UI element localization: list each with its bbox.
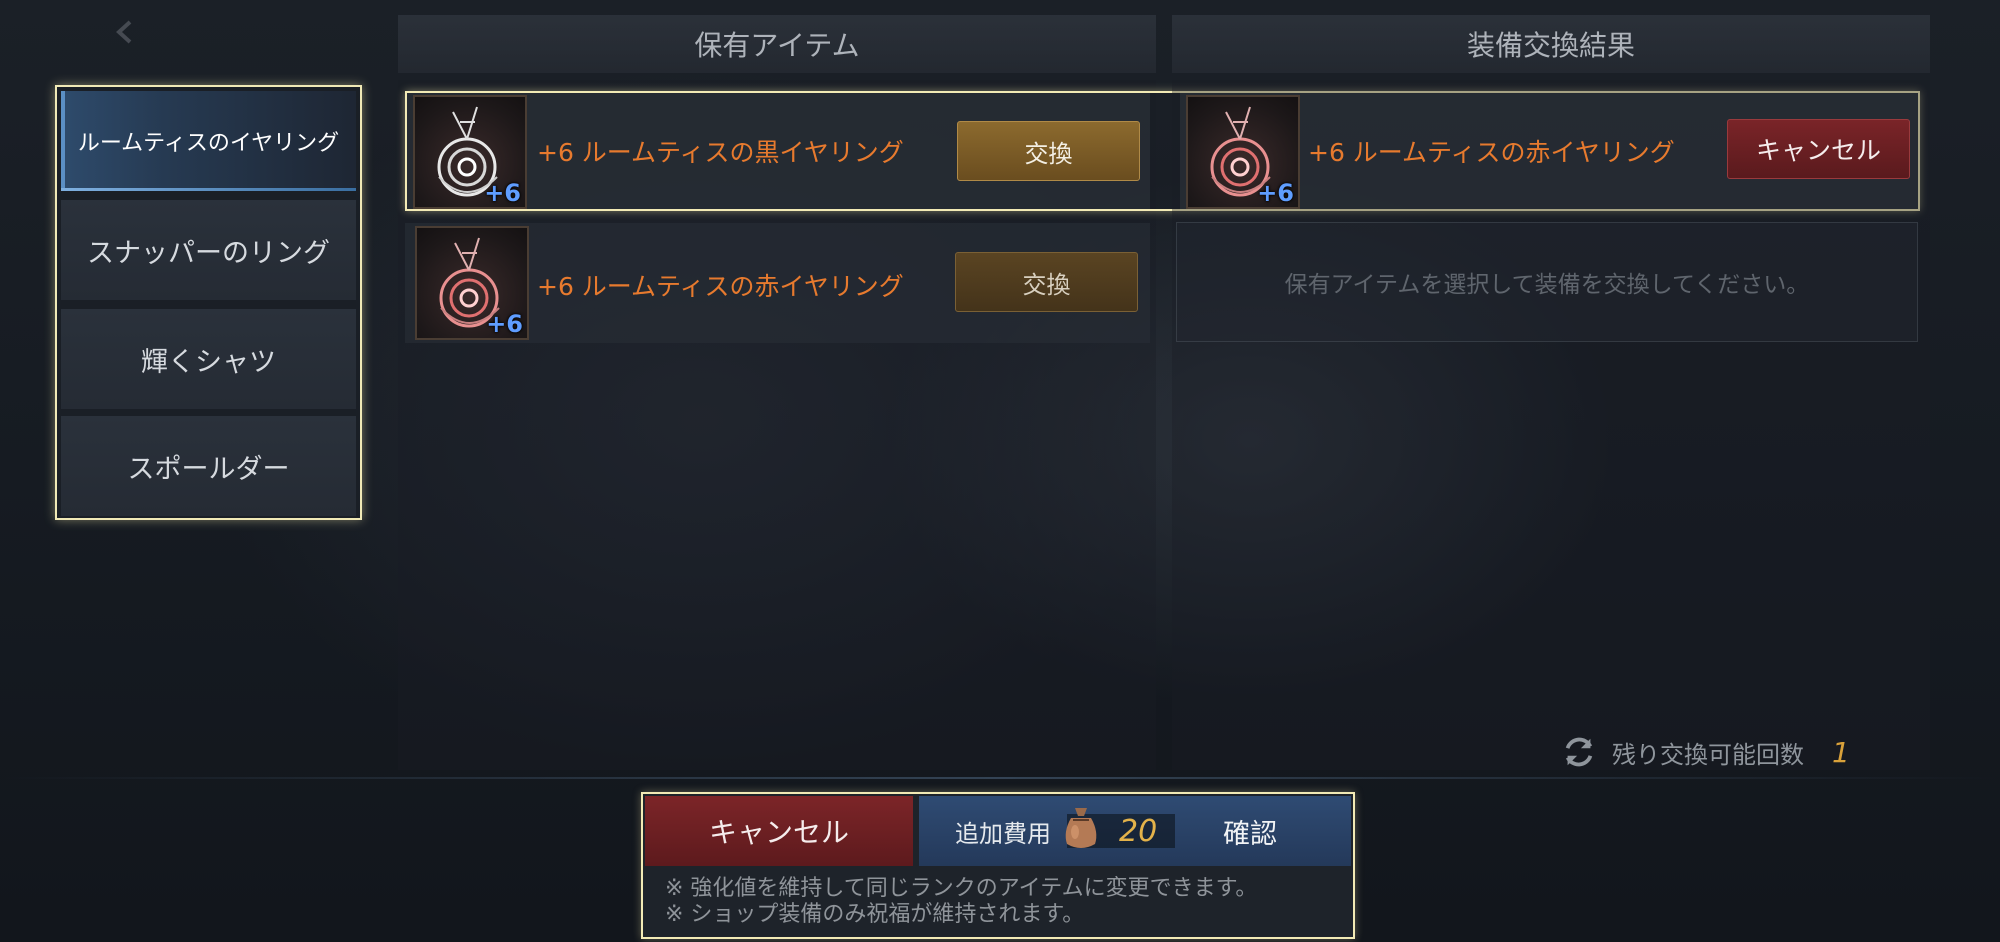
back-icon bbox=[116, 20, 132, 44]
tab-shining-shirt[interactable]: 輝くシャツ bbox=[61, 309, 356, 409]
empty-result-slot: 保有アイテムを選択して装備を交換してください。 bbox=[1176, 222, 1918, 342]
owned-item-row[interactable]: +6 +6 ルームティスの黒イヤリング 交換 bbox=[407, 93, 1150, 209]
window-title bbox=[110, 14, 370, 50]
cost-value: 20 bbox=[1119, 813, 1158, 849]
exchange-button[interactable]: 交換 bbox=[957, 121, 1140, 181]
notes: ※ 強化値を維持して同じランクのアイテムに変更できます。 ※ ショップ装備のみ祝… bbox=[665, 876, 1257, 928]
refresh-icon bbox=[1565, 737, 1593, 767]
category-tab-list: ルームティスのイヤリング スナッパーのリング 輝くシャツ スポールダー bbox=[55, 85, 362, 520]
result-cancel-label: キャンセル bbox=[1755, 136, 1881, 165]
enhance-badge: +6 bbox=[486, 310, 523, 338]
additional-cost-label: 追加費用 bbox=[955, 819, 1051, 848]
black-earring-icon: +6 bbox=[413, 95, 527, 209]
bag-icon bbox=[1065, 808, 1097, 848]
exchange-button-label: 交換 bbox=[1024, 139, 1073, 168]
red-earring-icon: +6 bbox=[1186, 95, 1300, 209]
remaining-exchanges: 残り交換可能回数 1 bbox=[1560, 727, 1850, 777]
item-name: +6 ルームティスの黒イヤリング bbox=[537, 138, 904, 167]
confirm-button-label: 確認 bbox=[1223, 818, 1277, 850]
cancel-button[interactable]: キャンセル bbox=[645, 796, 913, 866]
tab-label: スポールダー bbox=[127, 453, 290, 485]
red-earring-icon: +6 bbox=[415, 226, 529, 340]
owned-items-title: 保有アイテム bbox=[694, 29, 860, 62]
exchange-result-title: 装備交換結果 bbox=[1466, 29, 1635, 62]
tab-label: 輝くシャツ bbox=[141, 346, 276, 378]
item-name: +6 ルームティスの赤イヤリング bbox=[1308, 138, 1675, 167]
result-item-row: +6 +6 ルームティスの赤イヤリング キャンセル bbox=[1180, 93, 1918, 209]
empty-slot-message: 保有アイテムを選択して装備を交換してください。 bbox=[1284, 272, 1810, 298]
enhance-badge: +6 bbox=[1257, 179, 1294, 207]
tab-roomtis-earring[interactable]: ルームティスのイヤリング bbox=[61, 91, 356, 191]
owned-item-row[interactable]: +6 +6 ルームティスの赤イヤリング 交換 bbox=[405, 223, 1150, 343]
confirm-dialog: キャンセル 追加費用 20 確認 ※ 強化値を維持して同じランクのアイテムに変更… bbox=[641, 792, 1355, 939]
owned-items-header: 保有アイテム bbox=[398, 15, 1156, 73]
exchange-result-header: 装備交換結果 bbox=[1172, 15, 1930, 73]
exchange-button-label: 交換 bbox=[1022, 270, 1071, 299]
tab-snapper-ring[interactable]: スナッパーのリング bbox=[61, 200, 356, 300]
exchange-button[interactable]: 交換 bbox=[955, 252, 1138, 312]
result-cancel-button[interactable]: キャンセル bbox=[1727, 119, 1910, 179]
remaining-label: 残り交換可能回数 bbox=[1612, 740, 1804, 769]
tab-label: ルームティスのイヤリング bbox=[77, 131, 340, 156]
cost-display: 20 bbox=[1065, 808, 1175, 849]
enhance-badge: +6 bbox=[484, 179, 521, 207]
remaining-count: 1 bbox=[1832, 735, 1850, 769]
tab-label: スナッパーのリング bbox=[87, 237, 330, 269]
cancel-button-label: キャンセル bbox=[708, 816, 849, 849]
note-line: ※ ショップ装備のみ祝福が維持されます。 bbox=[665, 902, 1085, 927]
confirm-button[interactable]: 追加費用 20 確認 bbox=[919, 796, 1351, 866]
divider bbox=[0, 777, 2000, 779]
note-line: ※ 強化値を維持して同じランクのアイテムに変更できます。 bbox=[665, 876, 1258, 901]
tab-spaulder[interactable]: スポールダー bbox=[61, 416, 356, 516]
item-name: +6 ルームティスの赤イヤリング bbox=[537, 272, 904, 301]
